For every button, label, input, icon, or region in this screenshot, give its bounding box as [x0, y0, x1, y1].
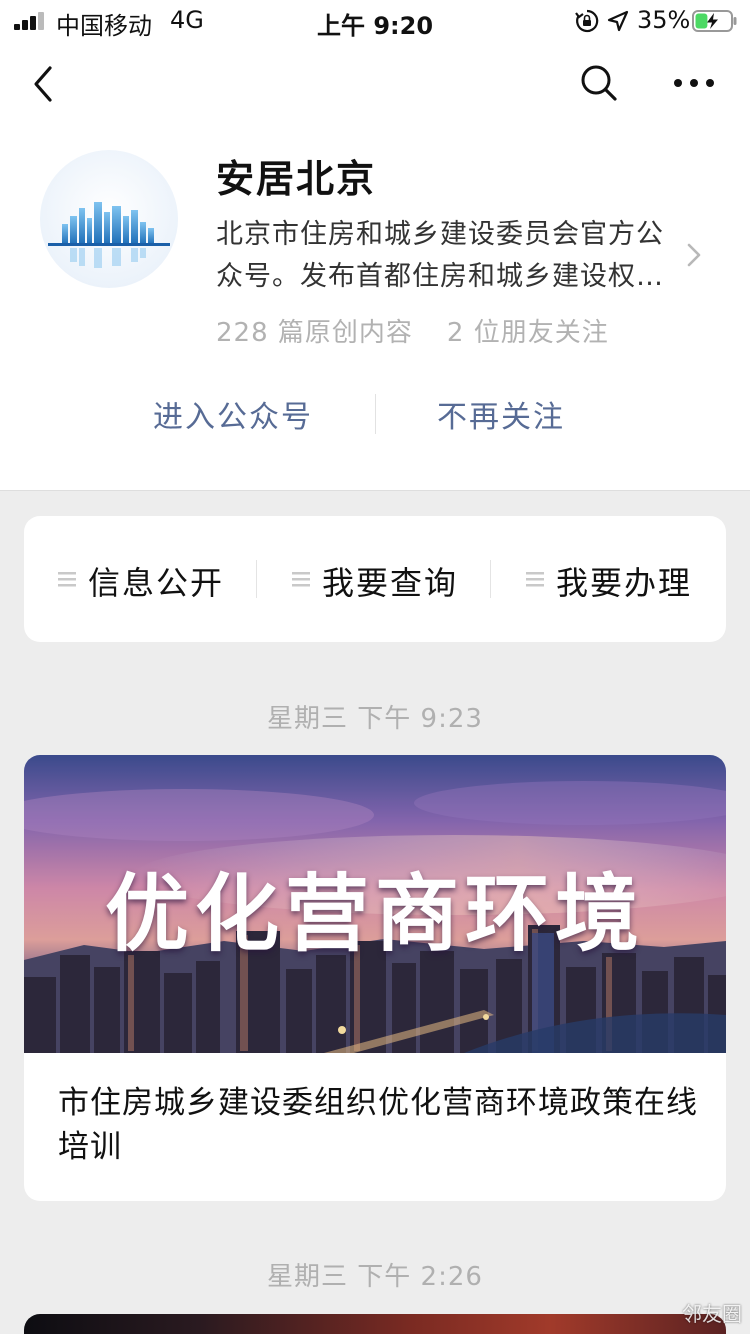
menu-lines-icon: [526, 572, 544, 587]
message-timestamp: 星期三 下午 9:23: [267, 704, 483, 734]
article-title: 市住房城乡建设委组织优化营商环境政策在线培训: [58, 1085, 698, 1165]
menu-divider: [256, 560, 257, 598]
account-name: 安居北京: [216, 157, 377, 201]
location-arrow-icon: [607, 10, 629, 32]
unfollow-button[interactable]: 不再关注: [388, 392, 614, 438]
menu-item-label: 信息公开: [88, 564, 225, 602]
menu-lines-icon: [58, 572, 76, 587]
more-dots-icon[interactable]: [672, 62, 716, 104]
friends-following-count[interactable]: 2 位朋友关注: [447, 318, 609, 348]
account-avatar[interactable]: [40, 150, 178, 288]
back-button[interactable]: [24, 60, 64, 108]
battery-charging-icon: [692, 10, 737, 32]
status-bar: 中国移动 4G 上午 9:20 35%: [0, 0, 750, 44]
menu-item-label: 我要查询: [322, 564, 459, 602]
account-menu: 信息公开 我要查询 我要办理: [24, 516, 726, 642]
article-card[interactable]: [24, 1314, 726, 1334]
search-icon[interactable]: [578, 62, 620, 104]
menu-item-label: 我要办理: [556, 564, 693, 602]
chevron-right-icon[interactable]: [684, 240, 704, 270]
battery-percent: 35%: [637, 6, 691, 34]
account-description[interactable]: 北京市住房和城乡建设委员会官方公众号。发布首都住房和城乡建设权威信息: [216, 214, 678, 298]
menu-item-query[interactable]: 我要查询: [258, 516, 492, 642]
original-articles-count: 228 篇原创内容: [216, 318, 413, 348]
rotation-lock-icon: [575, 9, 599, 33]
profile-header: 中国移动 4G 上午 9:20 35% 安居北京 北京市住房和城乡建设委员会官方…: [0, 0, 750, 491]
menu-item-info-disclosure[interactable]: 信息公开: [24, 516, 258, 642]
enter-account-button[interactable]: 进入公众号: [120, 392, 346, 438]
menu-item-handle[interactable]: 我要办理: [492, 516, 726, 642]
account-stats: 228 篇原创内容 2 位朋友关注: [216, 312, 609, 349]
menu-divider: [490, 560, 491, 598]
article-card[interactable]: 优化营商环境 市住房城乡建设委组织优化营商环境政策在线培训: [24, 755, 726, 1201]
watermark: 邻友圈: [682, 1302, 742, 1326]
official-account-profile-page: 中国移动 4G 上午 9:20 35% 安居北京 北京市住房和城乡建设委员会官方…: [0, 0, 750, 1334]
city-skyline-logo-icon: [40, 150, 178, 288]
message-timestamp: 星期三 下午 2:26: [267, 1262, 483, 1292]
menu-lines-icon: [292, 572, 310, 587]
cover-headline: 优化营商环境: [104, 865, 645, 963]
divider: [375, 394, 376, 434]
